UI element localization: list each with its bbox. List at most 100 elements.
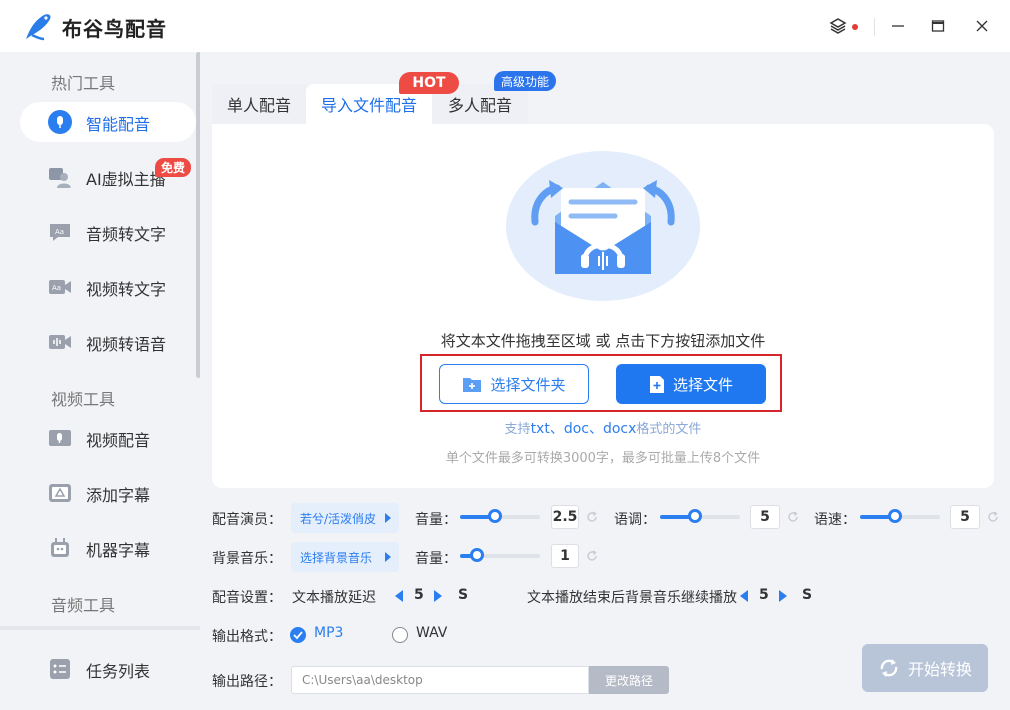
bgm-volume-value-input[interactable]: 1	[551, 544, 579, 568]
reset-icon[interactable]	[585, 549, 599, 563]
sidebar-item-label: 任务列表	[86, 662, 151, 681]
sidebar-item-label: AI虚拟主播	[86, 170, 166, 189]
chevron-right-icon	[385, 552, 391, 562]
pitch-value-input[interactable]: 5	[750, 505, 780, 529]
reset-icon[interactable]	[585, 510, 599, 524]
bgm-continue-unit: S	[802, 587, 813, 603]
layers-icon[interactable]	[826, 14, 850, 38]
sidebar-item-video-dubbing[interactable]: 视频配音	[20, 418, 196, 458]
wav-radio[interactable]	[392, 627, 408, 643]
close-button[interactable]	[970, 14, 994, 38]
sidebar-item-smart-dubbing[interactable]: 智能配音	[20, 102, 196, 142]
check-icon	[293, 631, 303, 640]
sidebar-item-machine-subtitle[interactable]: 机器字幕	[20, 528, 196, 568]
sidebar-item-label: 视频转语音	[86, 335, 167, 354]
format-sep: 、	[549, 421, 564, 437]
app-logo-icon	[26, 14, 51, 41]
section-title-audio: 音频工具	[51, 596, 116, 615]
volume-value-input[interactable]: 2.5	[551, 505, 579, 529]
bgm-label: 背景音乐：	[212, 551, 282, 567]
sidebar-item-video-to-text[interactable]: Aa 视频转文字	[20, 267, 196, 307]
format-docx: docx	[602, 421, 637, 437]
bgm-volume-label: 音量：	[415, 551, 457, 567]
section-title-hot: 热门工具	[51, 74, 116, 93]
increase-arrow-icon[interactable]	[434, 590, 442, 602]
bgm-volume-slider[interactable]	[460, 548, 540, 562]
speed-value-input[interactable]: 5	[950, 505, 980, 529]
hot-badge: HOT	[399, 72, 459, 94]
select-folder-button[interactable]: 选择文件夹	[439, 364, 589, 404]
delay-unit: S	[458, 587, 469, 603]
support-prefix: 支持	[504, 422, 531, 437]
sidebar-item-label: 机器字幕	[86, 541, 151, 560]
select-file-label: 选择文件	[672, 375, 733, 394]
wav-label[interactable]: WAV	[416, 625, 447, 641]
sidebar-item-label: 智能配音	[86, 115, 151, 134]
audio-text-icon: Aa	[50, 224, 70, 241]
reset-icon[interactable]	[786, 510, 800, 524]
sidebar-item-video-to-voice[interactable]: 视频转语音	[20, 322, 196, 362]
sidebar-item-audio-to-text[interactable]: Aa 音频转文字	[20, 212, 196, 252]
start-convert-button[interactable]: 开始转换	[862, 644, 988, 692]
tab-single-dubbing[interactable]: 单人配音	[212, 84, 306, 124]
titlebar-divider	[874, 18, 875, 36]
chevron-right-icon	[385, 513, 391, 523]
slider-handle[interactable]	[470, 548, 484, 562]
minimize-button[interactable]	[886, 14, 910, 38]
sidebar-item-label: 视频转文字	[86, 280, 167, 299]
start-convert-label: 开始转换	[907, 660, 972, 679]
pitch-slider[interactable]	[660, 509, 740, 523]
mic-icon	[48, 110, 72, 134]
speed-slider[interactable]	[860, 509, 940, 523]
video-voice-icon	[49, 335, 71, 349]
output-path-input[interactable]: C:\Users\aa\desktop	[291, 666, 589, 694]
sidebar-item-add-subtitle[interactable]: 添加字幕	[20, 473, 196, 513]
dub-config-label: 配音设置：	[212, 590, 282, 606]
mp3-label[interactable]: MP3	[314, 625, 343, 641]
video-text-icon: Aa	[49, 280, 71, 294]
file-add-icon	[649, 375, 664, 393]
change-path-button[interactable]: 更改路径	[589, 666, 669, 694]
sidebar-item-task-list[interactable]: 任务列表	[20, 649, 196, 689]
slider-handle[interactable]	[888, 509, 902, 523]
voice-actor-value: 若兮/活泼俏皮	[300, 511, 377, 526]
increase-arrow-icon[interactable]	[779, 590, 787, 602]
select-file-button[interactable]: 选择文件	[616, 364, 766, 404]
title-bar: 布谷鸟配音	[0, 0, 1010, 52]
delay-label: 文本播放延迟	[292, 590, 376, 606]
format-txt: txt	[530, 421, 550, 437]
bgm-value: 选择背景音乐	[300, 550, 373, 565]
volume-slider[interactable]	[460, 509, 540, 523]
sidebar-item-label: 添加字幕	[86, 486, 151, 505]
volume-label: 音量：	[415, 512, 457, 528]
reset-icon[interactable]	[986, 510, 1000, 524]
drop-hint-text: 将文本文件拖拽至区域 或 点击下方按钮添加文件	[440, 332, 766, 350]
task-list-icon	[50, 659, 70, 679]
mp3-radio[interactable]	[290, 627, 306, 643]
robot-icon	[51, 538, 69, 557]
decrease-arrow-icon[interactable]	[395, 590, 403, 602]
bgm-continue-label: 文本播放结束后背景音乐继续播放	[527, 590, 737, 606]
envelope-headphones-icon	[506, 151, 700, 301]
slider-handle[interactable]	[488, 509, 502, 523]
free-badge: 免费	[155, 158, 192, 177]
sidebar-divider	[0, 626, 200, 630]
sidebar-item-label: 视频配音	[86, 431, 151, 450]
decrease-arrow-icon[interactable]	[740, 590, 748, 602]
convert-icon	[880, 659, 898, 677]
svg-text:Aa: Aa	[55, 228, 64, 236]
notification-dot	[852, 24, 858, 30]
svg-text:Aa: Aa	[52, 284, 61, 292]
slider-handle[interactable]	[688, 509, 702, 523]
maximize-button[interactable]	[926, 14, 950, 38]
output-path-label: 输出路径：	[212, 674, 282, 690]
upload-limit-text: 单个文件最多可转换3000字，最多可批量上传8个文件	[445, 451, 761, 466]
sidebar-item-label: 音频转文字	[86, 225, 167, 244]
output-format-label: 输出格式：	[212, 629, 282, 645]
voice-actor-select[interactable]: 若兮/活泼俏皮	[291, 503, 399, 533]
bgm-continue-value: 5	[759, 587, 769, 603]
supported-formats-text: 支持txt、doc、docx格式的文件	[212, 418, 994, 438]
select-folder-label: 选择文件夹	[490, 375, 566, 394]
bgm-select[interactable]: 选择背景音乐	[291, 542, 399, 572]
video-dub-icon	[49, 430, 71, 446]
